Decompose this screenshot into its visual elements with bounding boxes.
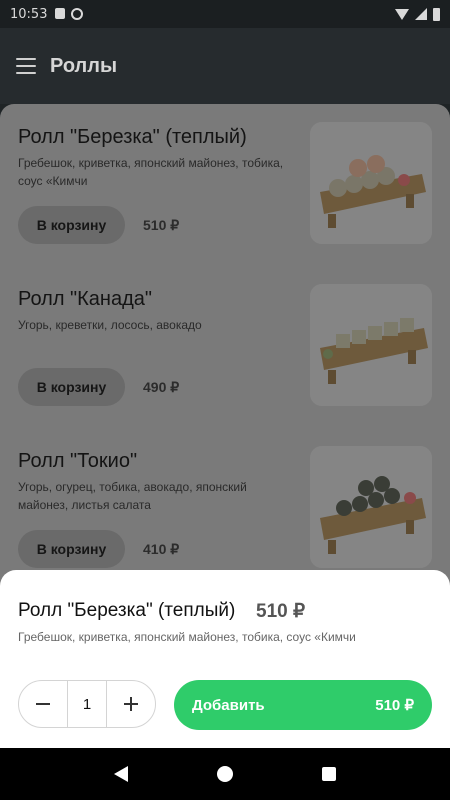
product-card[interactable]: Ролл "Токио" Угорь, огурец, тобика, авок… xyxy=(0,428,450,590)
add-to-cart-button[interactable]: В корзину xyxy=(18,530,125,568)
system-nav-bar xyxy=(0,748,450,800)
back-icon[interactable] xyxy=(114,766,129,782)
data-saver-icon xyxy=(71,8,84,20)
product-image[interactable] xyxy=(310,446,432,568)
minus-icon[interactable] xyxy=(19,680,67,728)
product-description: Угорь, огурец, тобика, авокадо, японский… xyxy=(18,480,247,512)
recents-icon[interactable] xyxy=(321,767,336,781)
product-price: 410 ₽ xyxy=(143,541,180,557)
product-title: Ролл "Токио" xyxy=(18,450,138,472)
product-price: 490 ₽ xyxy=(143,379,180,395)
page-title: Роллы xyxy=(50,54,118,77)
product-title: Ролл "Березка" (теплый) xyxy=(18,126,247,148)
product-title: Ролл "Канада" xyxy=(18,288,152,310)
home-icon[interactable] xyxy=(216,766,233,782)
add-to-order-button[interactable]: Добавить 510 ₽ xyxy=(174,680,432,730)
status-time: 10:53 xyxy=(10,6,48,22)
product-card[interactable]: Ролл "Канада" Угорь, креветки, лосось, а… xyxy=(0,266,450,428)
product-list: Ролл "Березка" (теплый) Гребешок, кривет… xyxy=(0,104,450,604)
product-image[interactable] xyxy=(310,122,432,244)
add-to-cart-button[interactable]: В корзину xyxy=(18,206,125,244)
product-image[interactable] xyxy=(310,284,432,406)
sim-card-icon xyxy=(55,8,66,19)
product-price: 510 ₽ xyxy=(143,217,180,233)
plus-icon[interactable] xyxy=(107,680,155,728)
modal-product-title: Ролл "Березка" (теплый) xyxy=(18,600,236,621)
product-bottom-sheet: Ролл "Березка" (теплый) 510 ₽ Гребешок, … xyxy=(0,570,450,748)
quantity-value: 1 xyxy=(67,680,107,728)
signal-icon xyxy=(415,8,427,20)
modal-product-description: Гребешок, криветка, японский майонез, то… xyxy=(18,630,356,644)
modal-product-price: 510 ₽ xyxy=(256,601,306,622)
product-card[interactable]: Ролл "Березка" (теплый) Гребешок, кривет… xyxy=(0,104,450,266)
wifi-icon xyxy=(395,8,409,20)
status-bar: 10:53 xyxy=(0,0,450,28)
add-button-price: 510 ₽ xyxy=(375,697,414,714)
menu-icon[interactable] xyxy=(16,58,36,74)
app-bar: Роллы xyxy=(0,28,450,104)
product-description: Гребешок, криветка, японский майонез, то… xyxy=(18,156,284,188)
product-description: Угорь, креветки, лосось, авокадо xyxy=(18,318,202,332)
add-to-cart-button[interactable]: В корзину xyxy=(18,368,125,406)
add-button-label: Добавить xyxy=(192,696,265,714)
quantity-stepper: 1 xyxy=(18,680,156,728)
battery-icon xyxy=(433,7,440,21)
